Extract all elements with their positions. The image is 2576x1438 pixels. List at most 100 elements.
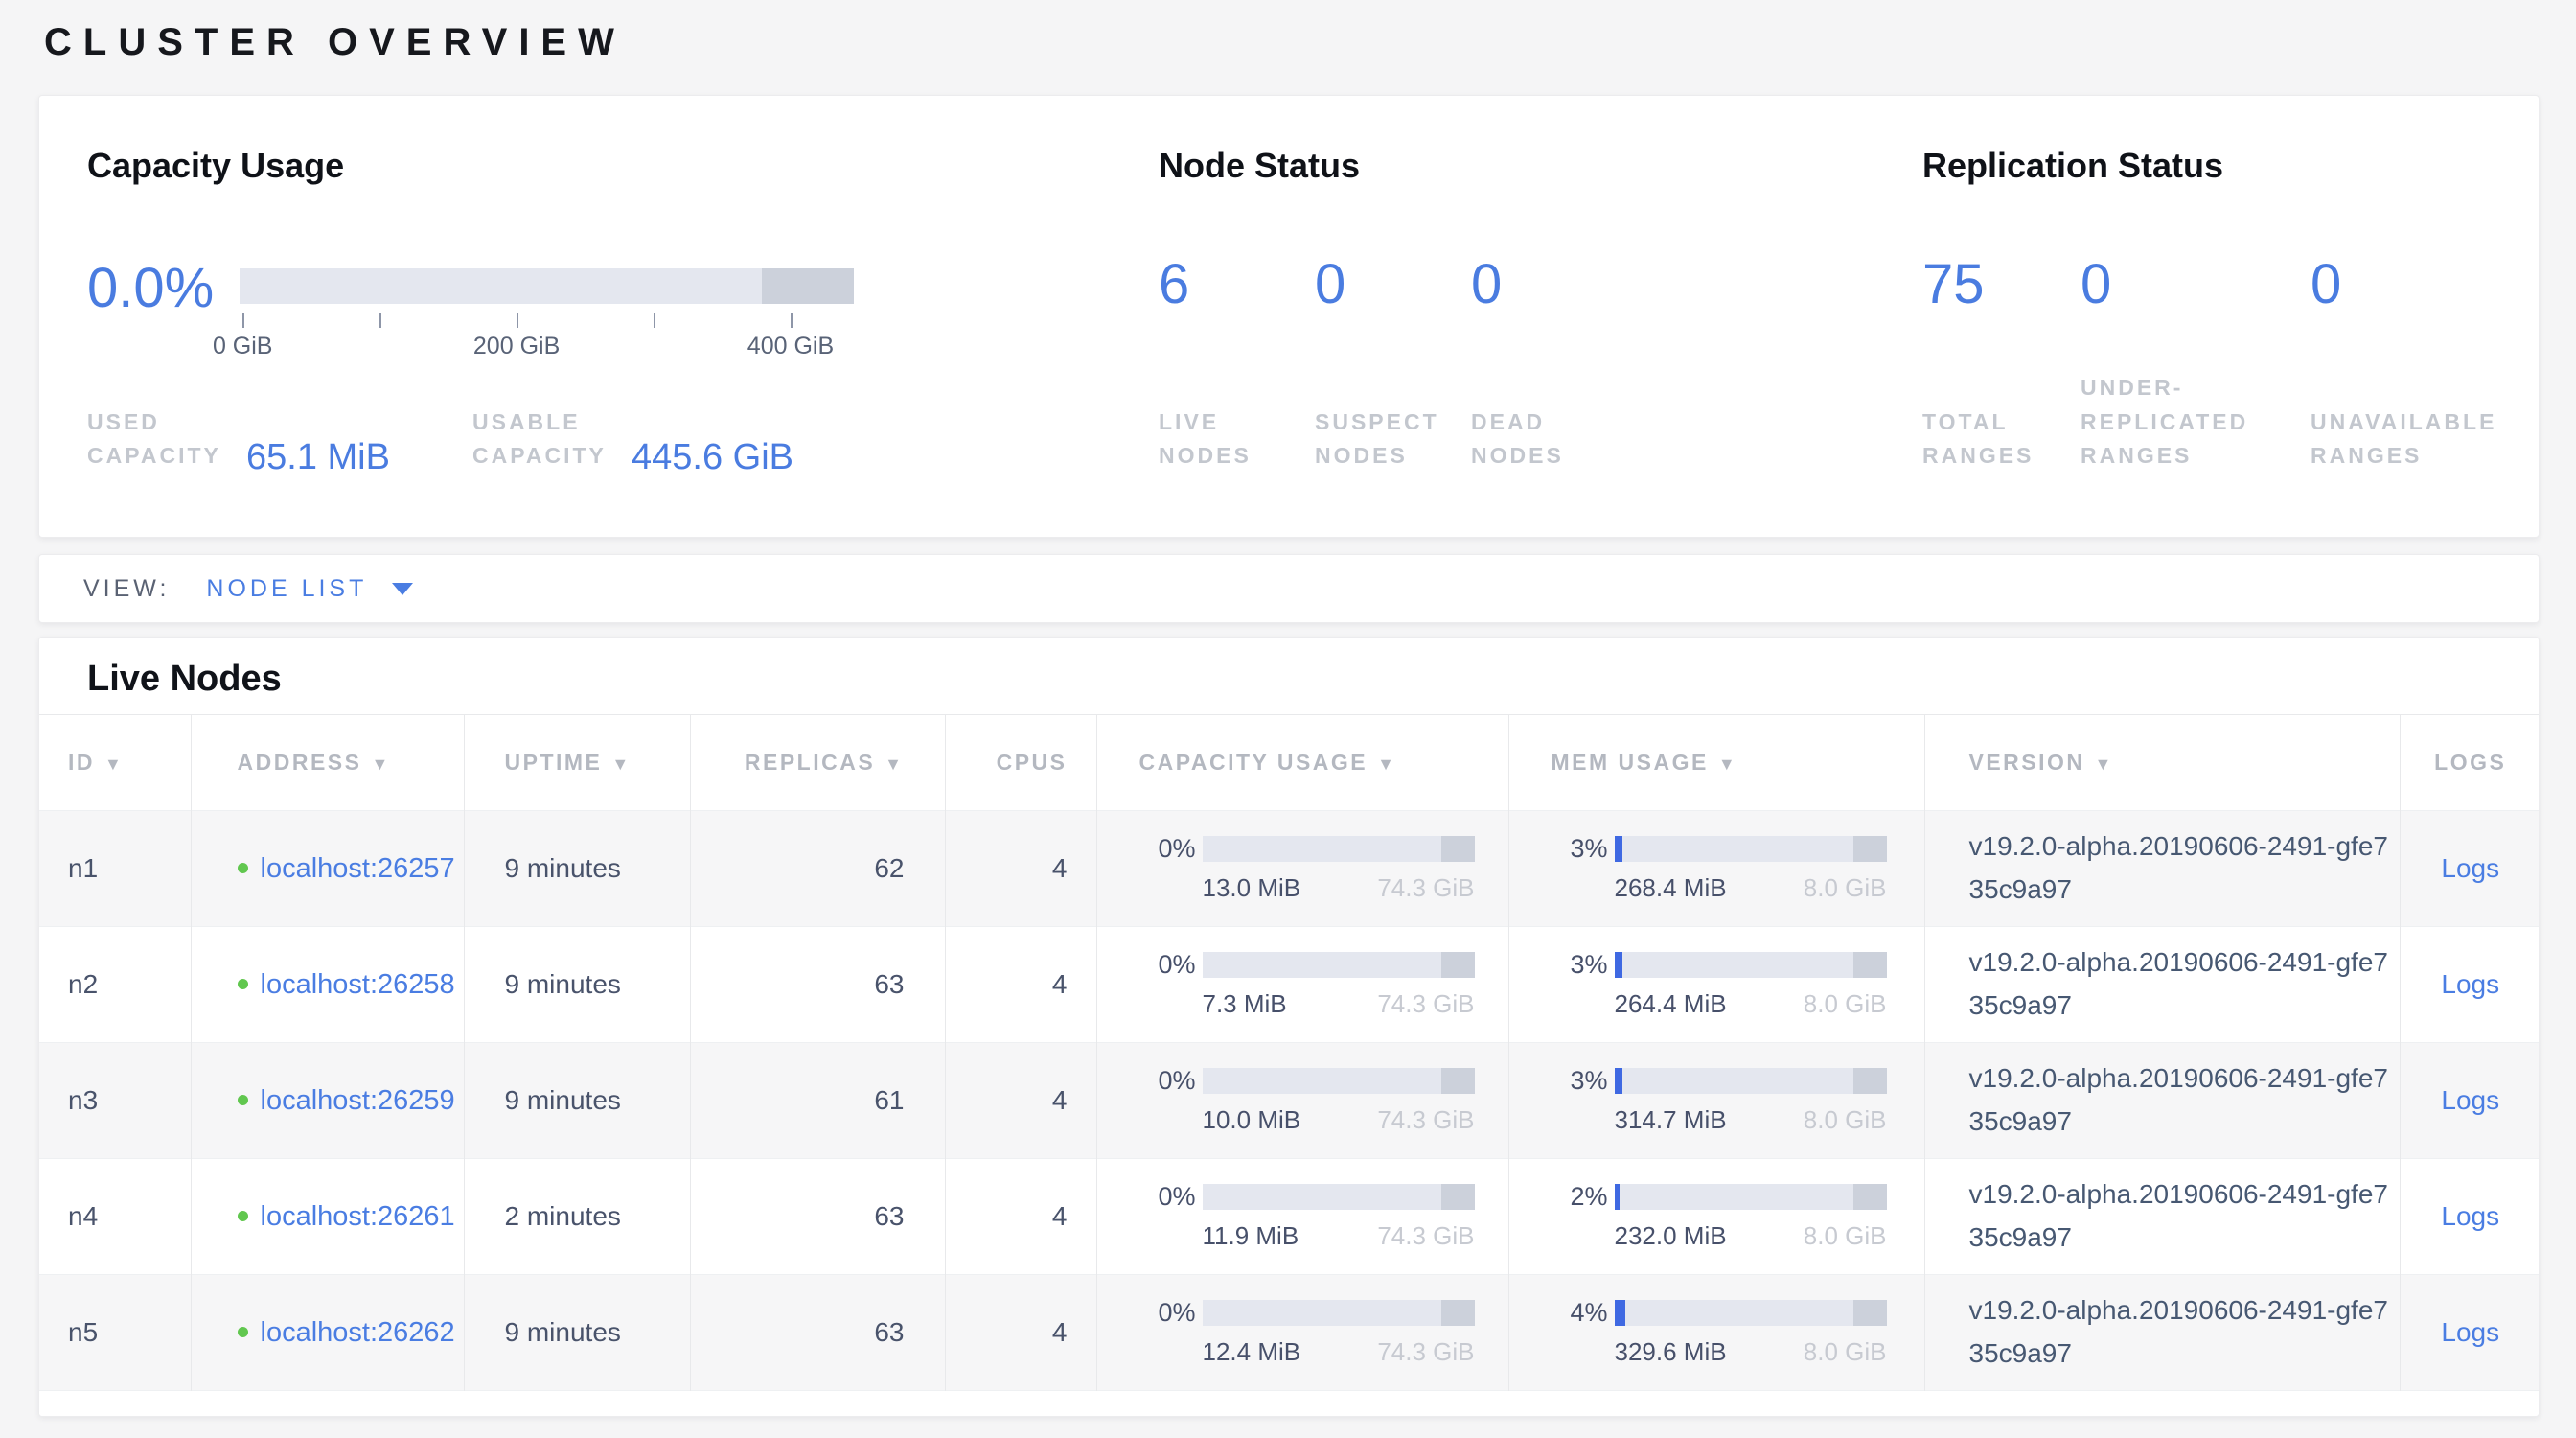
node-id-cell: n2 [39,927,191,1043]
replication-status-title: Replication Status [1922,146,2223,186]
axis-label: 400 GiB [748,333,834,360]
node-memory-cell: 3% 268.4 MiB 8.0 GiB [1508,811,1924,927]
column-header-label: MEM USAGE [1552,750,1709,775]
live-status-dot-icon [238,1327,248,1337]
node-replicas-cell: 63 [690,1159,945,1275]
node-address-link[interactable]: localhost:26259 [261,1080,537,1121]
cluster-overview-page: CLUSTER OVERVIEW Capacity Usage 0.0% 0 G [0,0,2576,1438]
column-header-label: UPTIME [505,750,603,775]
sort-desc-icon: ▼ [2095,754,2114,774]
column-header-label: ID [68,750,95,775]
used-capacity-label: USED CAPACITY [87,406,231,474]
column-header-capacity[interactable]: CAPACITY USAGE▼ [1096,715,1508,811]
table-header-row: ID▼ ADDRESS▼ UPTIME▼ REPLICAS▼ CPUS CAPA… [39,715,2540,811]
node-memory-cell: 4% 329.6 MiB 8.0 GiB [1508,1275,1924,1391]
node-address-link[interactable]: localhost:26257 [261,848,537,889]
page-title: CLUSTER OVERVIEW [44,21,626,64]
capacity-total-value: 74.3 GiB [1377,873,1474,903]
capacity-percent-label: 0% [1159,950,1203,980]
node-logs-link[interactable]: Logs [2441,1317,2499,1347]
capacity-bar-end-segment [1441,952,1474,978]
node-memory-cell: 2% 232.0 MiB 8.0 GiB [1508,1159,1924,1275]
memory-bar-fill [1615,1300,1625,1326]
table-row: n3 localhost:26259 9 minutes 61 4 0% 10. [39,1043,2540,1159]
axis-label: 200 GiB [473,333,560,360]
node-replicas-cell: 63 [690,1275,945,1391]
node-memory-cell: 3% 264.4 MiB 8.0 GiB [1508,927,1924,1043]
column-header-label: REPLICAS [745,750,875,775]
node-address-link[interactable]: localhost:26261 [261,1196,537,1237]
node-memory-cell: 3% 314.7 MiB 8.0 GiB [1508,1043,1924,1159]
node-logs-cell: Logs [2400,1159,2540,1275]
node-version-text: v19.2.0-alpha.20190606-2491-gfe735c9a97 [1969,941,2401,1028]
memory-usage-bar [1615,952,1887,978]
node-capacity-cell: 0% 10.0 MiB 74.3 GiB [1096,1043,1508,1159]
capacity-total-value: 74.3 GiB [1377,1337,1474,1367]
node-address-link[interactable]: localhost:26258 [261,964,537,1005]
under-replicated-ranges-label: UNDER-REPLICATED RANGES [2081,371,2289,474]
live-nodes-body: n1 localhost:26257 9 minutes 62 4 0% 13. [39,811,2540,1418]
memory-usage-bar [1615,1068,1887,1094]
sort-desc-icon: ▼ [885,754,904,774]
column-header-address[interactable]: ADDRESS▼ [191,715,464,811]
memory-usage-bar [1615,1184,1887,1210]
capacity-usage-bar [1203,1300,1475,1326]
node-address-link[interactable]: localhost:26262 [261,1312,537,1353]
memory-percent-label: 2% [1571,1182,1615,1212]
capacity-used-percent: 0.0% [87,261,214,316]
column-header-id[interactable]: ID▼ [39,715,191,811]
live-nodes-table: ID▼ ADDRESS▼ UPTIME▼ REPLICAS▼ CPUS CAPA… [39,714,2540,1417]
column-header-label: VERSION [1969,750,2085,775]
unavailable-ranges-value: 0 [2311,257,2541,313]
axis-tick [242,313,244,328]
node-id-cell: n5 [39,1275,191,1391]
node-logs-link[interactable]: Logs [2441,853,2499,883]
node-cpus-cell: 4 [945,927,1096,1043]
node-logs-link[interactable]: Logs [2441,969,2499,999]
capacity-bar-track [240,268,854,304]
cluster-summary-card: Capacity Usage 0.0% 0 GiB 200 GiB 400 Gi… [38,95,2540,538]
view-selector-bar: VIEW: NODE LIST [38,554,2540,623]
capacity-total-value: 74.3 GiB [1377,1105,1474,1135]
node-capacity-cell: 0% 11.9 MiB 74.3 GiB [1096,1159,1508,1275]
view-mode-dropdown[interactable]: NODE LIST [206,575,413,603]
usable-capacity-value: 445.6 GiB [632,437,794,478]
dead-nodes-value: 0 [1471,257,1615,313]
memory-total-value: 8.0 GiB [1804,1337,1887,1367]
column-header-cpus: CPUS [945,715,1096,811]
capacity-percent-label: 0% [1159,1066,1203,1096]
memory-bar-end-segment [1853,1300,1886,1326]
memory-total-value: 8.0 GiB [1804,1105,1887,1135]
table-row: n2 localhost:26258 9 minutes 63 4 0% 7.3 [39,927,2540,1043]
node-status-title: Node Status [1159,146,1360,186]
column-header-memory[interactable]: MEM USAGE▼ [1508,715,1924,811]
capacity-bar-end-segment [1441,1068,1474,1094]
unavailable-ranges-stat: 0 UNAVAILABLE RANGES [2311,257,2541,474]
capacity-usage-bar [1203,836,1475,862]
node-logs-link[interactable]: Logs [2441,1201,2499,1231]
memory-total-value: 8.0 GiB [1804,989,1887,1019]
total-ranges-value: 75 [1922,257,2071,313]
node-version-text: v19.2.0-alpha.20190606-2491-gfe735c9a97 [1969,1173,2401,1260]
node-capacity-cell: 0% 13.0 MiB 74.3 GiB [1096,811,1508,927]
node-capacity-cell: 0% 7.3 MiB 74.3 GiB [1096,927,1508,1043]
node-version-text: v19.2.0-alpha.20190606-2491-gfe735c9a97 [1969,1057,2401,1144]
column-header-replicas[interactable]: REPLICAS ▼ [690,715,945,811]
column-header-uptime[interactable]: UPTIME▼ [464,715,690,811]
memory-percent-label: 3% [1571,834,1615,864]
node-version-cell: v19.2.0-alpha.20190606-2491-gfe735c9a97 [1924,811,2400,927]
node-address-cell: localhost:26259 [191,1043,464,1159]
memory-bar-end-segment [1853,952,1886,978]
memory-percent-label: 3% [1571,950,1615,980]
node-logs-link[interactable]: Logs [2441,1085,2499,1115]
node-id-cell: n1 [39,811,191,927]
suspect-nodes-value: 0 [1315,257,1480,313]
memory-bar-fill [1615,952,1623,978]
node-logs-cell: Logs [2400,1275,2540,1391]
live-nodes-card: Live Nodes ID▼ ADDRESS▼ UPTIME▼ REPLICAS… [38,637,2540,1417]
column-header-version[interactable]: VERSION ▼ [1924,715,2400,811]
node-version-cell: v19.2.0-alpha.20190606-2491-gfe735c9a97 [1924,1159,2400,1275]
capacity-used-value: 12.4 MiB [1203,1337,1301,1367]
node-cpus-cell: 4 [945,811,1096,927]
node-address-cell: localhost:26258 [191,927,464,1043]
